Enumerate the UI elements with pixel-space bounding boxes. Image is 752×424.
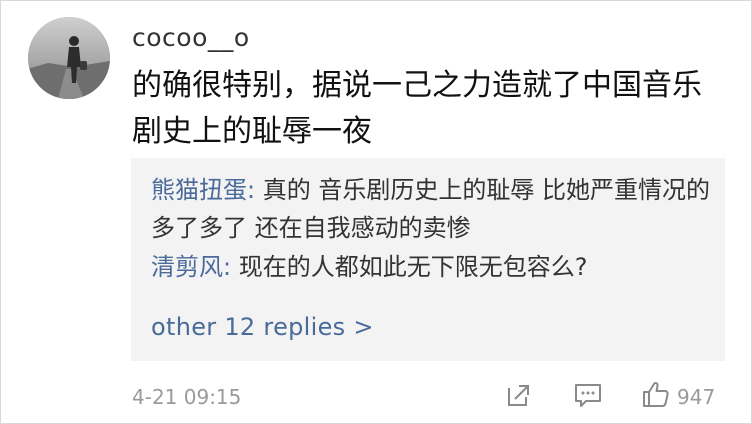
reply-item[interactable]: 熊猫扭蛋: 真的 音乐剧历史上的耻辱 比她严重情况的多了多了 还在自我感动的卖惨 — [151, 171, 711, 247]
reply-username[interactable]: 清剪风 — [151, 253, 223, 281]
reply-separator: : — [247, 176, 263, 204]
share-icon[interactable] — [506, 382, 532, 408]
comment-text: 的确很特别，据说一己之力造就了中国音乐剧史上的耻辱一夜 — [132, 68, 702, 149]
reply-item[interactable]: 清剪风: 现在的人都如此无下限无包容么? — [151, 248, 711, 286]
reply-username[interactable]: 熊猫扭蛋 — [151, 176, 247, 204]
more-replies-link[interactable]: other 12 replies > — [151, 308, 374, 346]
comment-icon[interactable] — [574, 382, 602, 408]
comment-timestamp: 4-21 09:15 — [132, 385, 242, 409]
like-count: 947 — [677, 385, 716, 409]
avatar[interactable] — [28, 17, 110, 99]
replies-panel: 熊猫扭蛋: 真的 音乐剧历史上的耻辱 比她严重情况的多了多了 还在自我感动的卖惨… — [131, 158, 725, 361]
username[interactable]: cocoo__o — [132, 22, 250, 54]
avatar-image — [28, 17, 110, 99]
reply-text: 现在的人都如此无下限无包容么? — [238, 253, 588, 281]
comment-card: cocoo__o 的确很特别，据说一己之力造就了中国音乐剧史上的耻辱一夜 熊猫扭… — [0, 0, 752, 424]
reply-separator: : — [223, 253, 239, 281]
thumbs-up-icon[interactable] — [642, 380, 670, 408]
